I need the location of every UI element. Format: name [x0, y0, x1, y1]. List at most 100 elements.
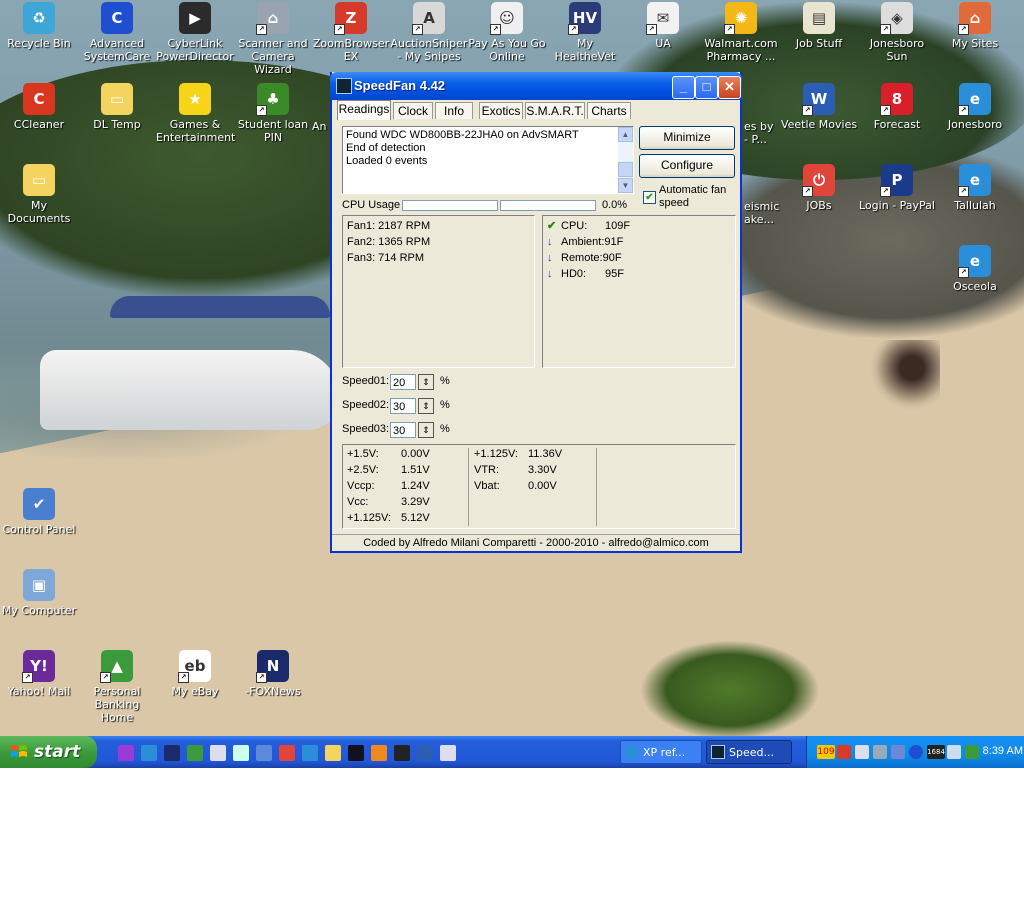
advanced-systemcare-tray-icon[interactable] — [909, 745, 923, 759]
desktop-shortcut[interactable]: N ↗ -FOXNews — [234, 650, 312, 698]
desktop-shortcut[interactable]: W ↗ Veetle Movies — [780, 83, 858, 131]
quick-launch-icon[interactable] — [348, 745, 364, 761]
task-xp-ref[interactable]: XP ref... — [620, 740, 702, 764]
quick-launch-icon[interactable] — [233, 745, 249, 761]
quick-launch-icon[interactable] — [302, 745, 318, 761]
desktop-shortcut[interactable]: e ↗ Osceola — [936, 245, 1014, 293]
tab-readings[interactable]: Readings — [337, 100, 391, 120]
tray-red-icon[interactable] — [837, 745, 851, 759]
quick-launch-icon[interactable] — [325, 745, 341, 761]
task-speedfan[interactable]: Speed... — [706, 740, 792, 764]
minimize-button[interactable]: Minimize — [639, 126, 735, 150]
desktop-shortcut-label: JOBs — [806, 199, 832, 212]
desktop-shortcut[interactable]: ▶ CyberLink PowerDirector — [156, 2, 234, 63]
desktop-shortcut[interactable]: ⌂ ↗ Scanner and Camera Wizard — [234, 2, 312, 76]
tab-clock[interactable]: Clock — [393, 102, 433, 119]
hidden-icon-label-seismic[interactable]: eismic ake... — [744, 200, 784, 226]
tab-info[interactable]: Info — [435, 102, 473, 119]
desktop-shortcut[interactable]: ✺ ↗ Walmart.com Pharmacy ... — [702, 2, 780, 63]
fan-reading: Fan3: 714 RPM — [347, 252, 425, 264]
desktop-shortcut[interactable]: Z ↗ ZoomBrowser EX — [312, 2, 390, 63]
scroll-down-arrow-icon[interactable]: ▼ — [618, 178, 633, 193]
desktop-shortcut[interactable]: A ↗ AuctionSniper - My Snipes — [390, 2, 468, 63]
desktop-shortcut[interactable]: e ↗ Jonesboro — [936, 83, 1014, 131]
tab-smart[interactable]: S.M.A.R.T. — [525, 102, 585, 119]
network-icon[interactable] — [873, 745, 887, 759]
desktop-shortcut[interactable]: 8 ↗ Forecast — [858, 83, 936, 131]
close-window-button[interactable]: ✕ — [718, 76, 741, 99]
start-button[interactable]: start — [0, 736, 97, 768]
auto-fan-checkbox[interactable]: ✔ — [643, 191, 656, 204]
desktop-shortcut[interactable]: ★ Games & Entertainment — [156, 83, 235, 144]
zoombrowser-ex-icon: Z ↗ — [334, 2, 367, 35]
quick-launch-icon[interactable] — [417, 745, 433, 761]
quick-launch-icon[interactable] — [187, 745, 203, 761]
tab-charts[interactable]: Charts — [587, 102, 631, 119]
desktop-shortcut[interactable]: ♣ ↗ Student loan PIN — [234, 83, 312, 144]
desktop-shortcut[interactable]: ♻ Recycle Bin — [0, 2, 78, 50]
quick-launch-icon[interactable] — [279, 745, 295, 761]
speed-label: Speed01: — [342, 375, 390, 387]
cyberlink-powerdirector-icon: ▶ — [179, 2, 211, 34]
configure-button[interactable]: Configure — [639, 154, 735, 178]
tray-blue-icon[interactable] — [891, 745, 905, 759]
log-line: Loaded 0 events — [346, 155, 428, 167]
desktop-shortcut[interactable]: e ↗ Tallulah — [936, 164, 1014, 212]
quick-launch-icon[interactable] — [256, 745, 272, 761]
desktop-shortcut[interactable]: C CCleaner — [0, 83, 78, 131]
arrow-down-icon: ↓ — [547, 252, 553, 264]
quick-launch-icon[interactable] — [440, 745, 456, 761]
dl-temp-icon: ▭ — [101, 83, 133, 115]
desktop-shortcut[interactable]: ☺ ↗ Pay As You Go Online — [468, 2, 546, 63]
quick-launch-icon[interactable] — [141, 745, 157, 761]
speed-unit: % — [440, 423, 450, 435]
desktop-shortcut[interactable]: HV ↗ My HealtheVet — [546, 2, 624, 63]
title-bar[interactable]: SpeedFan 4.42 _ □ ✕ — [330, 72, 742, 100]
maximize-window-button[interactable]: □ — [695, 76, 718, 99]
desktop-shortcut[interactable]: ✔ Control Panel — [0, 488, 78, 536]
desktop-shortcut-label: Scanner and Camera Wizard — [238, 37, 308, 76]
desktop-shortcut[interactable]: ▭ DL Temp — [78, 83, 156, 131]
minimize-window-button[interactable]: _ — [672, 76, 695, 99]
log-scrollbar[interactable]: ▲ ▼ — [618, 127, 633, 193]
desktop-shortcut[interactable]: Y! ↗ Yahoo! Mail — [0, 650, 78, 698]
clock[interactable]: 8:39 AM — [969, 745, 1023, 757]
quick-launch-icon[interactable] — [210, 745, 226, 761]
ie-icon — [625, 745, 639, 759]
desktop-shortcut[interactable]: ⏻ ↗ JOBs — [780, 164, 858, 212]
scroll-up-arrow-icon[interactable]: ▲ — [618, 127, 633, 142]
desktop-shortcut[interactable]: ▲ ↗ Personal Banking Home — [78, 650, 156, 724]
desktop-shortcut[interactable]: ▤ Job Stuff — [780, 2, 858, 50]
desktop-shortcut[interactable]: ✉ ↗ UA — [624, 2, 702, 50]
quick-launch-icon[interactable] — [164, 745, 180, 761]
voltage-label: +1.125V: — [474, 448, 518, 460]
quick-launch-icon[interactable] — [371, 745, 387, 761]
quick-launch-icon[interactable] — [118, 745, 134, 761]
speed-input[interactable]: 30 — [390, 422, 416, 438]
spinner-arrows-icon[interactable]: ⇕ — [418, 422, 434, 438]
scroll-thumb[interactable] — [618, 162, 633, 177]
desktop-shortcut[interactable]: P ↗ Login - PayPal — [858, 164, 936, 212]
desktop-shortcut[interactable]: C Advanced SystemCare — [78, 2, 156, 63]
desktop-shortcut[interactable]: eb ↗ My eBay — [156, 650, 234, 698]
voltage-value: 11.36V — [528, 448, 563, 460]
desktop-shortcut[interactable]: ⌂ ↗ My Sites — [936, 2, 1014, 50]
spinner-arrows-icon[interactable]: ⇕ — [418, 398, 434, 414]
tab-exotics[interactable]: Exotics — [479, 102, 523, 119]
speed-input[interactable]: 30 — [390, 398, 416, 414]
desktop-shortcut[interactable]: ▣ My Computer — [0, 569, 78, 617]
counter-icon[interactable]: 1684 — [927, 745, 945, 759]
temperature-badge-icon[interactable]: 109 — [817, 745, 835, 759]
speaker-icon[interactable] — [947, 745, 961, 759]
voltage-value: 0.00V — [401, 448, 430, 460]
desktop-shortcut[interactable]: ◈ ↗ Jonesboro Sun — [858, 2, 936, 63]
quick-launch-icon[interactable] — [394, 745, 410, 761]
desktop-shortcut[interactable]: ▭ My Documents — [0, 164, 78, 225]
speed-input[interactable]: 20 — [390, 374, 416, 390]
event-log[interactable]: Found WDC WD800BB-22JHA0 on AdvSMART End… — [342, 126, 634, 194]
desktop-shortcut-label: Recycle Bin — [7, 37, 71, 50]
spinner-arrows-icon[interactable]: ⇕ — [418, 374, 434, 390]
pay-as-you-go-icon: ☺ ↗ — [490, 2, 523, 35]
hidden-icon-label-es-by[interactable]: es by - P... — [744, 120, 778, 146]
volume-icon[interactable] — [855, 745, 869, 759]
